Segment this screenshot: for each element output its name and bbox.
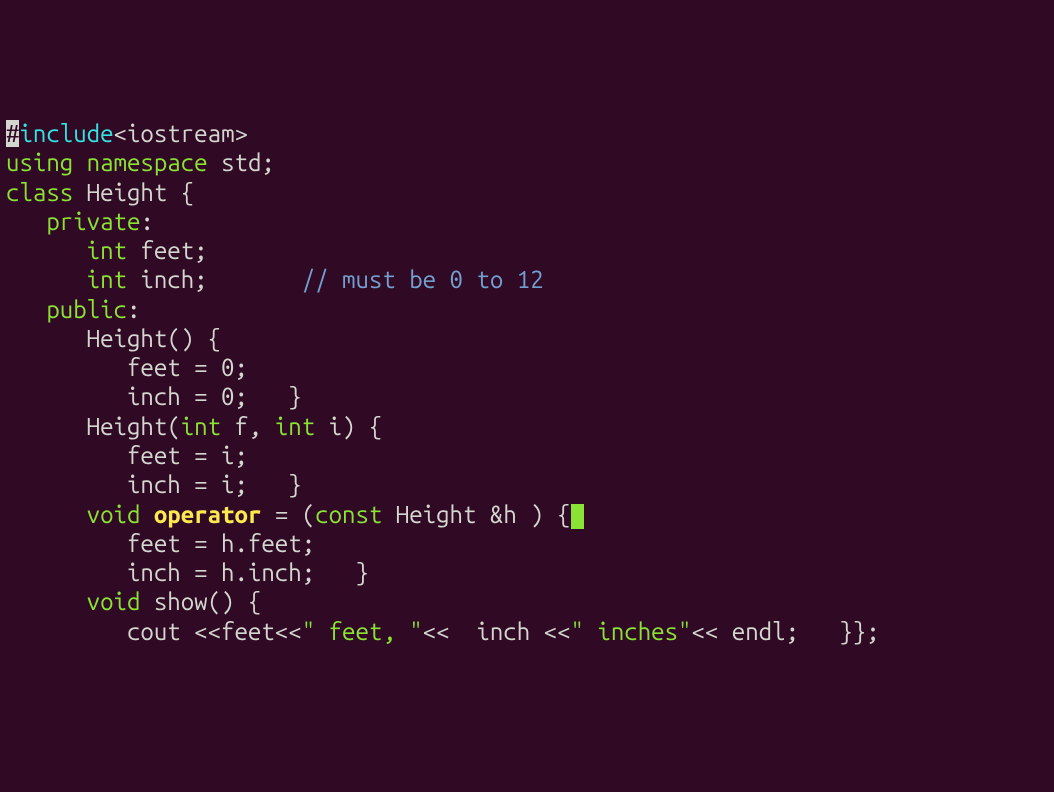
line-15: feet = h.feet; xyxy=(6,530,315,557)
hash-char: # xyxy=(6,120,19,147)
operator-keyword: operator xyxy=(154,501,262,528)
kw-public: public xyxy=(46,296,127,323)
stmt: inch = 0; } xyxy=(127,383,302,410)
text-cursor xyxy=(571,504,584,529)
line-13: inch = i; } xyxy=(6,471,302,498)
kw-int: int xyxy=(181,413,221,440)
stmt: feet = i; xyxy=(127,442,248,469)
line-18: cout <<feet<<" feet, "<< inch <<" inches… xyxy=(6,618,880,645)
fn-show: show() { xyxy=(154,588,262,615)
var-inch: inch; xyxy=(140,266,207,293)
colon: : xyxy=(140,208,153,235)
string-feet: " feet, " xyxy=(302,618,423,645)
kw-int: int xyxy=(87,237,127,264)
cout-3: << endl; }}; xyxy=(691,618,879,645)
comment: // must be 0 to 12 xyxy=(302,266,544,293)
line-3: class Height { xyxy=(6,179,194,206)
stmt: inch = i; } xyxy=(127,471,302,498)
kw-int: int xyxy=(275,413,315,440)
line-9: feet = 0; xyxy=(6,354,248,381)
line-5: int feet; xyxy=(6,237,208,264)
string-inches: " inches" xyxy=(571,618,692,645)
kw-void: void xyxy=(87,501,141,528)
kw-void: void xyxy=(87,588,141,615)
cout-2: << inch << xyxy=(423,618,571,645)
line-17: void show() { xyxy=(6,588,261,615)
line-10: inch = 0; } xyxy=(6,383,302,410)
kw-class: class xyxy=(6,179,73,206)
line-6: int inch; // must be 0 to 12 xyxy=(6,266,544,293)
line-2: using namespace std; xyxy=(6,149,275,176)
line-1: #include<iostream> xyxy=(6,120,248,147)
stmt: feet = 0; xyxy=(127,354,248,381)
header-name: <iostream> xyxy=(114,120,248,147)
kw-const: const xyxy=(315,501,382,528)
std-id: std; xyxy=(221,149,275,176)
var-feet: feet; xyxy=(140,237,207,264)
line-8: Height() { xyxy=(6,325,221,352)
eq-open: = ( xyxy=(261,501,315,528)
line-16: inch = h.inch; } xyxy=(6,559,369,586)
line-11: Height(int f, int i) { xyxy=(6,413,382,440)
param-i: i) { xyxy=(315,413,382,440)
cout-1: cout <<feet<< xyxy=(127,618,302,645)
ctor-param-open: Height( xyxy=(87,413,181,440)
class-name: Height { xyxy=(87,179,195,206)
code-editor[interactable]: #include<iostream> using namespace std; … xyxy=(6,119,1048,646)
kw-using: using xyxy=(6,149,73,176)
include-directive: include xyxy=(19,120,113,147)
kw-private: private xyxy=(46,208,140,235)
colon: : xyxy=(127,296,140,323)
param-h: Height &h ) { xyxy=(382,501,570,528)
stmt: feet = h.feet; xyxy=(127,530,315,557)
stmt: inch = h.inch; } xyxy=(127,559,369,586)
line-12: feet = i; xyxy=(6,442,248,469)
line-7: public: xyxy=(6,296,140,323)
kw-namespace: namespace xyxy=(87,149,208,176)
line-4: private: xyxy=(6,208,154,235)
line-14: void operator = (const Height &h ) { xyxy=(6,501,584,528)
ctor-default: Height() { xyxy=(87,325,221,352)
kw-int: int xyxy=(87,266,127,293)
param-f: f, xyxy=(221,413,275,440)
